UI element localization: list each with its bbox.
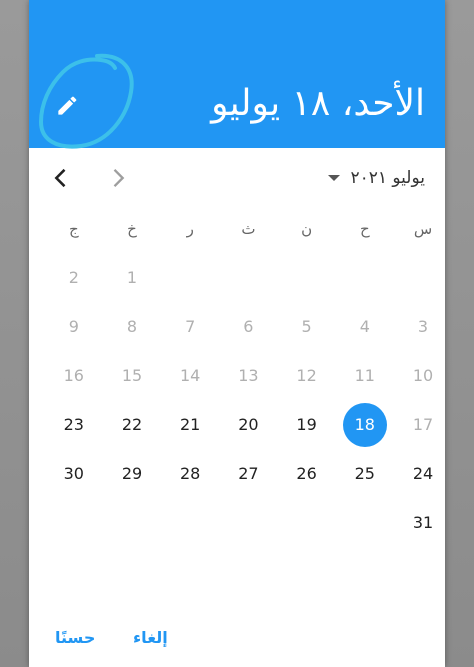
next-month-button[interactable] <box>104 164 132 192</box>
day-cell[interactable]: 24 <box>401 452 445 496</box>
day-cell: 6 <box>243 317 254 336</box>
day-cell: 8 <box>126 317 138 336</box>
weekday-label: خ <box>127 220 137 238</box>
month-navigation-row: يوليو ٢٠٢١ <box>29 160 445 196</box>
day-cell[interactable]: 21 <box>168 403 212 447</box>
day-cell[interactable]: 26 <box>285 452 329 496</box>
hand-drawn-highlight-circle <box>35 50 139 154</box>
day-cell: 16 <box>63 366 84 385</box>
day-cell: 2 <box>68 268 79 287</box>
weekday-label: ج <box>68 220 79 238</box>
day-cell: 4 <box>359 317 370 336</box>
day-cell: 3 <box>417 317 429 336</box>
dialog-actions: حسنًا إلغاء <box>29 620 445 660</box>
day-cell: 5 <box>301 317 312 336</box>
dropdown-arrow-icon <box>328 175 341 181</box>
weekday-label: س <box>413 220 433 238</box>
edit-date-button[interactable] <box>53 88 85 120</box>
day-cell[interactable]: 27 <box>226 452 270 496</box>
day-cell: 1 <box>126 268 138 287</box>
date-picker-header: الأحد، ١٨ يوليو <box>29 0 445 149</box>
day-cell[interactable]: 23 <box>52 403 96 447</box>
weekday-label: ن <box>301 220 313 238</box>
selected-day-cell[interactable]: 18 <box>342 403 387 447</box>
day-cell[interactable]: 28 <box>168 452 212 496</box>
selected-date-title: الأحد، ١٨ يوليو <box>211 83 425 124</box>
day-cell: 13 <box>238 366 259 385</box>
weekday-label: ح <box>359 220 370 238</box>
weekday-label: ر <box>186 220 194 238</box>
previous-month-button[interactable] <box>47 164 75 192</box>
day-cell: 17 <box>412 415 434 434</box>
day-cell: 9 <box>68 317 79 336</box>
day-cell[interactable]: 31 <box>401 501 445 545</box>
ok-button[interactable]: حسنًا <box>55 628 95 647</box>
date-picker-dialog: الأحد، ١٨ يوليو يوليو ٢٠٢١ س ح ن ث ر خ ج 1 2… <box>29 0 445 667</box>
weekday-label: ث <box>241 220 256 238</box>
weekday-header-row: سحنثرخج <box>38 220 445 246</box>
cancel-button[interactable]: إلغاء <box>133 628 168 647</box>
day-cell[interactable]: 22 <box>110 403 154 447</box>
month-year-dropdown[interactable]: يوليو ٢٠٢١ <box>328 166 425 190</box>
chevron-left-icon <box>54 168 66 188</box>
day-cell: 7 <box>185 317 196 336</box>
day-cell: 12 <box>296 366 317 385</box>
day-cell[interactable]: 29 <box>110 452 154 496</box>
day-cell[interactable]: 19 <box>285 403 329 447</box>
pencil-icon <box>58 96 77 115</box>
day-cell[interactable]: 20 <box>226 403 270 447</box>
day-cell: 10 <box>412 366 434 385</box>
month-year-label: يوليو ٢٠٢١ <box>350 168 425 188</box>
day-cell: 11 <box>354 366 375 385</box>
day-cell[interactable]: 25 <box>343 452 387 496</box>
day-cell: 14 <box>180 366 201 385</box>
chevron-right-icon <box>113 169 125 187</box>
day-cell[interactable]: 30 <box>52 452 96 496</box>
day-cell: 15 <box>121 366 143 385</box>
